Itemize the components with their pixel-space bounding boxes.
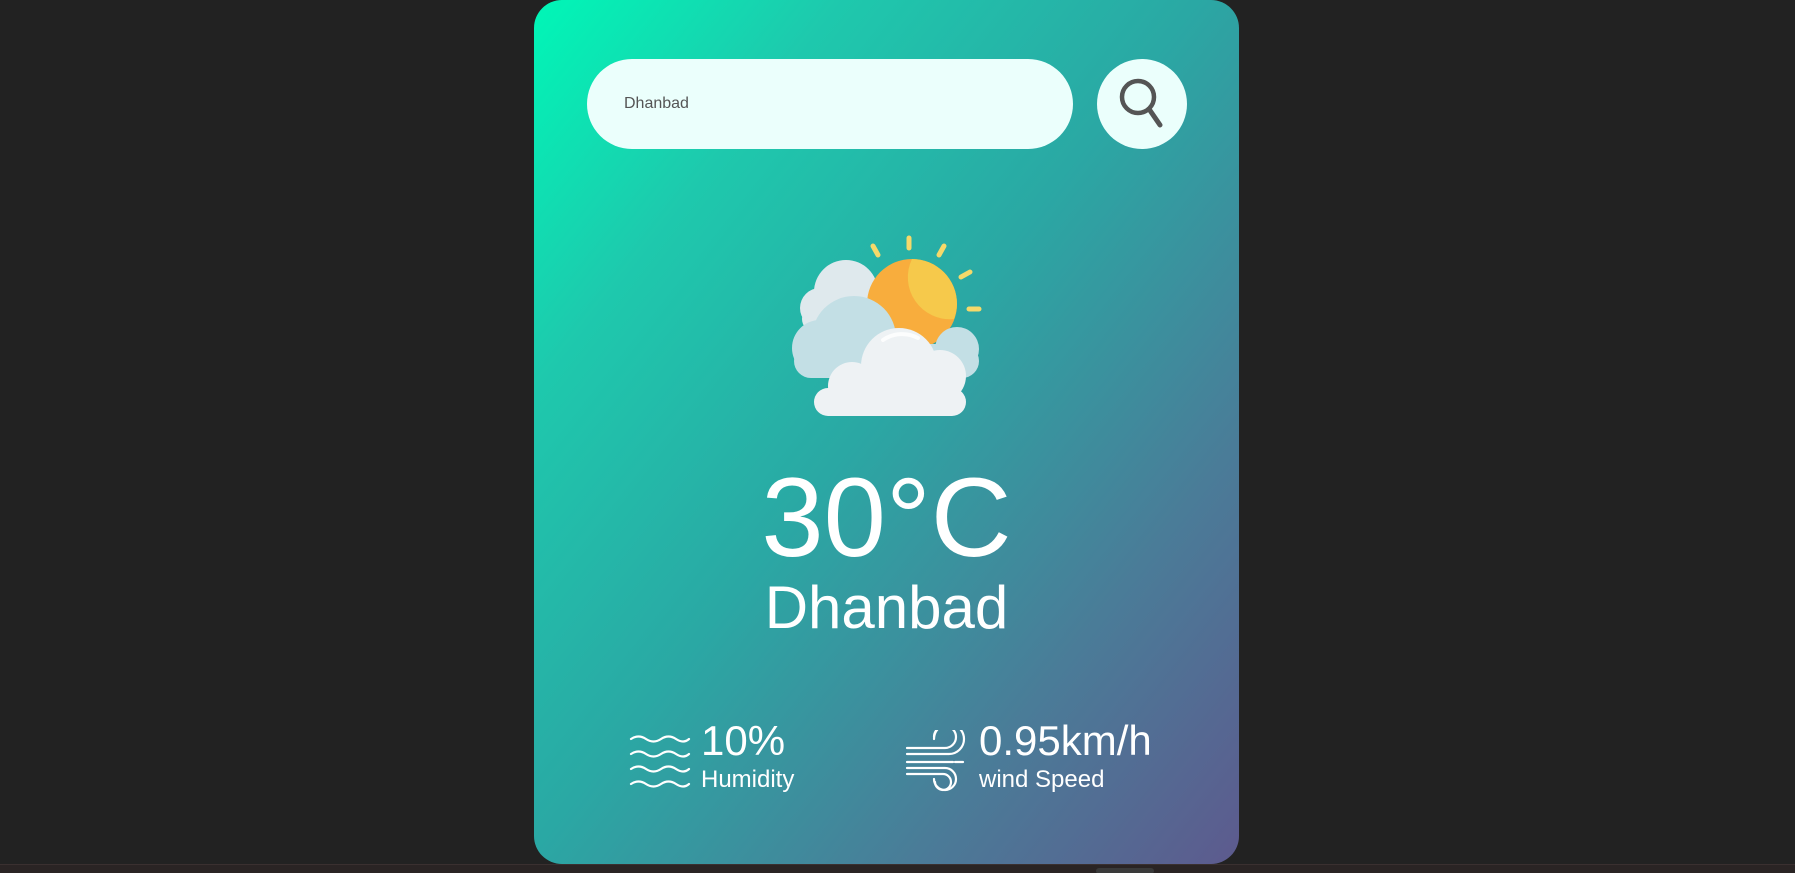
search-button[interactable] (1097, 59, 1187, 149)
bottom-edge-strip (0, 864, 1795, 873)
humidity-label: Humidity (701, 766, 795, 793)
bottom-edge-tab (1096, 868, 1154, 873)
wind-speed-value: 0.95km/h (979, 717, 1152, 764)
humidity-value: 10% (701, 717, 786, 764)
weather-card: 30°C Dhanbad 10% Humidity (534, 0, 1239, 864)
page-background: 30°C Dhanbad 10% Humidity (0, 0, 1795, 873)
wind-icon (905, 730, 966, 792)
city-name: Dhanbad (764, 574, 1009, 641)
search-input[interactable] (587, 59, 1073, 149)
partly-cloudy-icon (792, 235, 982, 416)
humidity-waves-icon (629, 735, 691, 788)
wind-speed-label: wind Speed (979, 766, 1105, 793)
search-icon (1119, 78, 1163, 128)
temperature: 30°C (761, 455, 1012, 580)
